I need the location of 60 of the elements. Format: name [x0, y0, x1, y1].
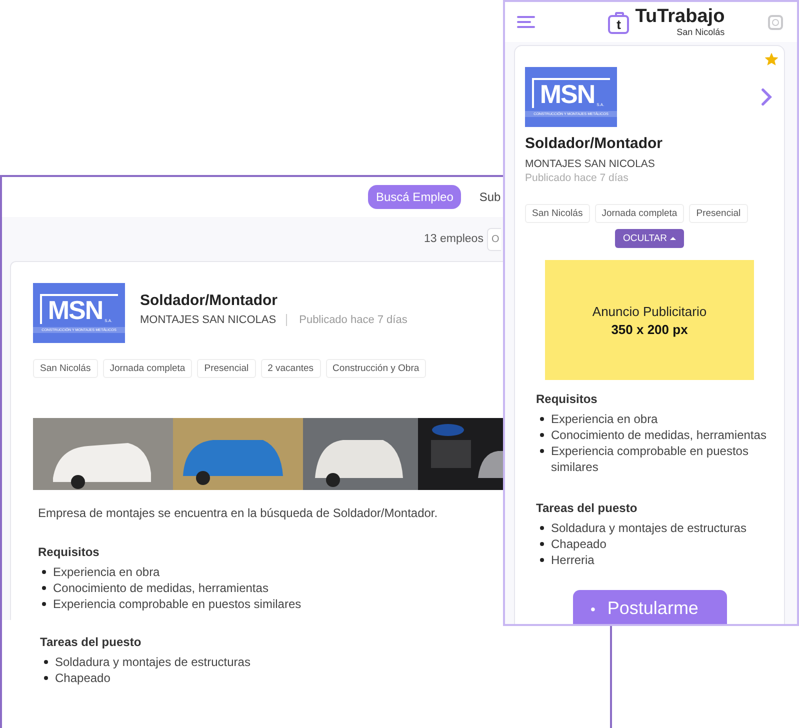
bullet-icon — [540, 433, 544, 437]
job-description: Empresa de montajes se encuentra en la búsqueda de Soldador/Montador. — [38, 506, 438, 520]
logo-text: MSN — [48, 296, 103, 324]
list-item: Experiencia en obra — [551, 411, 658, 427]
job-title: Soldador/Montador — [140, 292, 278, 309]
ad-title: Anuncio Publicitario — [592, 304, 707, 318]
bullet-icon: • — [590, 600, 596, 616]
list-item: Chapeado — [551, 536, 606, 552]
list-item: Conocimiento de medidas, herramientas — [551, 427, 766, 443]
chevron-right-icon[interactable] — [761, 88, 772, 106]
bullet-icon — [540, 449, 544, 453]
tag: San Nicolás — [33, 359, 98, 378]
list-item: Experiencia comprobable en puestos similares — [551, 443, 750, 475]
tag: 2 vacantes — [260, 359, 321, 378]
logo-text: MSN — [540, 80, 595, 108]
list-item: Soldadura y montajes de estructuras — [55, 654, 250, 670]
bullet-icon — [42, 586, 46, 590]
ad-size: 350 x 200 px — [611, 322, 688, 336]
nav-tab[interactable]: Sub — [479, 185, 501, 209]
menu-icon[interactable] — [517, 16, 535, 28]
camera-icon[interactable] — [768, 14, 783, 30]
list-item: Experiencia en obra — [53, 564, 160, 580]
job-title: Soldador/Montador — [525, 135, 664, 152]
bullet-icon — [44, 660, 48, 664]
nav-tab[interactable]: Buscá Empleo — [368, 185, 462, 209]
sort-field[interactable]: O — [487, 228, 502, 250]
tag: San Nicolás — [525, 204, 590, 223]
tag: Presencial — [689, 204, 748, 223]
list-item: Herreria — [551, 552, 594, 568]
section-heading: Tareas del puesto — [536, 501, 638, 515]
company-name: MONTAJES SAN NICOLAS — [140, 314, 288, 326]
list-item: Conocimiento de medidas, herramientas — [53, 580, 268, 596]
bullet-icon — [540, 417, 544, 421]
bullet-icon — [540, 542, 544, 546]
brand-city: San Nicolás — [676, 27, 725, 37]
tag: Jornada completa — [102, 359, 192, 378]
button-label: Postularme — [607, 598, 698, 619]
list-item: Soldadura y montajes de estructuras — [551, 520, 746, 536]
posted-date: Publicado hace 7 días — [298, 314, 408, 326]
tag: Jornada completa — [594, 204, 684, 223]
list-item: Chapeado — [55, 670, 110, 686]
bullet-icon — [42, 570, 46, 574]
bullet-icon — [42, 602, 46, 606]
list-item: Experiencia comprobable en puestos similares — [53, 596, 302, 612]
tag: Construcción y Obra — [326, 359, 426, 378]
section-heading: Requisitos — [38, 545, 100, 559]
logo-mark: t — [608, 14, 630, 34]
bullet-icon — [540, 526, 544, 530]
brand-name: TuTrabajo — [635, 7, 725, 27]
company-name: MONTAJES SAN NICOLAS — [525, 158, 656, 170]
result-count: 13 empleos — [424, 233, 484, 245]
star-icon[interactable] — [765, 53, 778, 66]
section-heading: Requisitos — [536, 392, 598, 406]
bullet-icon — [44, 676, 48, 680]
tag: Presencial — [197, 359, 256, 378]
bullet-icon — [540, 558, 544, 562]
hide-button[interactable]: OCULTAR — [615, 229, 684, 248]
apply-button[interactable]: • Postularme — [572, 590, 726, 624]
posted-date: Publicado hace 7 días — [525, 172, 630, 184]
section-heading: Tareas del puesto — [40, 635, 142, 649]
